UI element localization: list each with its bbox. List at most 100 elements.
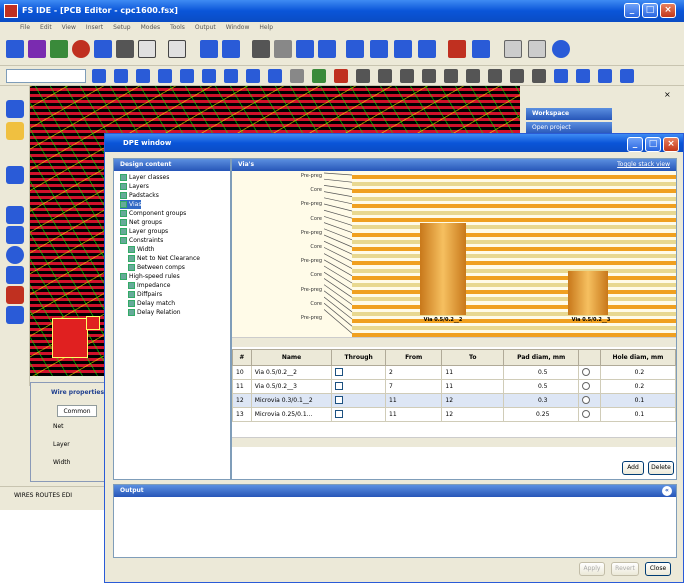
cell-to[interactable]: 11 xyxy=(441,379,505,394)
dpe-minimize-icon[interactable]: _ xyxy=(627,137,643,152)
pad-edit-icon[interactable] xyxy=(582,367,591,376)
cell-from[interactable]: 7 xyxy=(384,379,443,394)
rules-tool-icon[interactable] xyxy=(200,40,218,58)
cell-n[interactable]: 11 xyxy=(232,379,252,394)
pad-edit-cell[interactable] xyxy=(578,393,601,408)
cell-n[interactable]: 10 xyxy=(232,365,252,380)
through-checkbox[interactable] xyxy=(335,409,344,418)
toolbar-icon-1[interactable] xyxy=(92,69,106,83)
marker-icon[interactable] xyxy=(6,286,24,304)
layers-tool-icon[interactable] xyxy=(252,40,270,58)
toolbar-icon-22[interactable] xyxy=(554,69,568,83)
tree-item-width[interactable]: Width xyxy=(128,245,154,254)
toolbar-icon-11[interactable] xyxy=(312,69,326,83)
tree-item-high-speed-rules[interactable]: High-speed rules xyxy=(120,272,180,281)
tree-item-layer-classes[interactable]: Layer classes xyxy=(120,173,169,182)
table-row[interactable]: 10 Via 0.5/0.2__2 2 11 0.5 0.2 xyxy=(232,365,677,380)
minimize-icon[interactable]: _ xyxy=(624,3,640,18)
toolbar-icon-23[interactable] xyxy=(576,69,590,83)
dpe-titlebar[interactable]: DPE window _ □ × xyxy=(105,134,683,152)
check2-icon[interactable] xyxy=(318,40,336,58)
via-barrel[interactable] xyxy=(568,271,608,315)
table-header--[interactable]: # xyxy=(232,349,252,366)
doc-icon[interactable] xyxy=(6,306,24,324)
pad-edit-icon[interactable] xyxy=(582,409,591,418)
toolbar-icon-5[interactable] xyxy=(180,69,194,83)
cell-from[interactable]: 11 xyxy=(384,407,443,422)
shape-tool-icon[interactable] xyxy=(116,40,134,58)
drc-icon[interactable] xyxy=(448,40,466,58)
grid-view-icon[interactable] xyxy=(6,266,24,284)
cell-hole[interactable]: 0.1 xyxy=(599,393,677,408)
cell-n[interactable]: 13 xyxy=(232,407,252,422)
through-checkbox[interactable] xyxy=(335,395,344,404)
component-tool-icon[interactable] xyxy=(50,40,68,58)
cell-pad[interactable]: 0.5 xyxy=(503,365,580,380)
route-tool-icon[interactable] xyxy=(28,40,46,58)
pad-edit-cell[interactable] xyxy=(578,365,601,380)
toolbar-icon-6[interactable] xyxy=(202,69,216,83)
table-header-through[interactable]: Through xyxy=(331,349,386,366)
cell-hole[interactable]: 0.2 xyxy=(599,379,677,394)
through-cell[interactable] xyxy=(331,365,386,380)
menu-item-modes[interactable]: Modes xyxy=(141,22,160,34)
via-barrel[interactable] xyxy=(420,223,466,315)
pad-edit-cell[interactable] xyxy=(578,379,601,394)
play-icon[interactable] xyxy=(346,40,364,58)
cell-pad[interactable]: 0.5 xyxy=(503,379,580,394)
apply-button[interactable]: Apply xyxy=(579,562,605,576)
panel-icon[interactable] xyxy=(418,40,436,58)
cell-to[interactable]: 11 xyxy=(441,365,505,380)
tree-item-net-to-net-clearance[interactable]: Net to Net Clearance xyxy=(128,254,200,263)
zoom-icon[interactable] xyxy=(552,40,570,58)
toolbar-icon-15[interactable] xyxy=(400,69,414,83)
add-button[interactable]: Add xyxy=(622,461,644,475)
cell-name[interactable]: Microvia 0.3/0.1__2 xyxy=(250,393,333,408)
cell-name[interactable]: Microvia 0.25/0.1... xyxy=(250,407,333,422)
revert-button[interactable]: Revert xyxy=(611,562,639,576)
tree-item-net-groups[interactable]: Net groups xyxy=(120,218,162,227)
menu-item-view[interactable]: View xyxy=(62,22,76,34)
board-tool-icon[interactable] xyxy=(168,40,186,58)
layer-stack-view[interactable]: Pre-preg Core Pre-preg Core Pre-preg Core Pre-… xyxy=(232,171,676,337)
table-header-name[interactable]: Name xyxy=(250,349,333,366)
toggle-stack-link[interactable]: Toggle stack view xyxy=(617,159,670,171)
cell-to[interactable]: 12 xyxy=(441,393,505,408)
menu-item-output[interactable]: Output xyxy=(195,22,216,34)
text-tool-icon[interactable] xyxy=(138,40,156,58)
toolbar-icon-24[interactable] xyxy=(598,69,612,83)
tree-item-constraints[interactable]: Constraints xyxy=(120,236,163,245)
cell-from[interactable]: 2 xyxy=(384,365,443,380)
tree-item-between-comps[interactable]: Between comps xyxy=(128,263,185,272)
tree-item-impedance[interactable]: Impedance xyxy=(128,281,170,290)
wire-icon[interactable] xyxy=(472,40,490,58)
cell-hole[interactable]: 0.2 xyxy=(599,365,677,380)
through-cell[interactable] xyxy=(331,379,386,394)
table-hscrollbar[interactable] xyxy=(232,437,676,447)
dpe-close-icon[interactable]: × xyxy=(663,137,679,152)
through-checkbox[interactable] xyxy=(335,381,344,390)
tree-item-diffpairs[interactable]: Diffpairs xyxy=(128,290,162,299)
select-tool-icon[interactable] xyxy=(6,40,24,58)
toolbar-icon-17[interactable] xyxy=(444,69,458,83)
menu-item-help[interactable]: Help xyxy=(259,22,273,34)
pad-edit-icon[interactable] xyxy=(582,395,591,404)
output-collapse-icon[interactable]: « xyxy=(662,486,672,496)
check-icon[interactable] xyxy=(296,40,314,58)
menu-item-setup[interactable]: Setup xyxy=(113,22,130,34)
menu-item-edit[interactable]: Edit xyxy=(40,22,52,34)
checkmark-icon[interactable] xyxy=(394,40,412,58)
document-icon[interactable] xyxy=(504,40,522,58)
tree-item-delay-relation[interactable]: Delay Relation xyxy=(128,308,181,317)
cell-to[interactable]: 12 xyxy=(441,407,505,422)
tree-item-layer-groups[interactable]: Layer groups xyxy=(120,227,168,236)
delete-button[interactable]: Delete xyxy=(648,461,674,475)
table-row[interactable]: 11 Via 0.5/0.2__3 7 11 0.5 0.2 xyxy=(232,379,677,394)
list-icon[interactable] xyxy=(370,40,388,58)
menu-item-insert[interactable]: Insert xyxy=(86,22,103,34)
dpe-tool-icon[interactable] xyxy=(222,40,240,58)
dpe-maximize-icon[interactable]: □ xyxy=(645,137,661,152)
toolbar-icon-12[interactable] xyxy=(334,69,348,83)
toolbar-icon-13[interactable] xyxy=(356,69,370,83)
toolbar-icon-2[interactable] xyxy=(114,69,128,83)
